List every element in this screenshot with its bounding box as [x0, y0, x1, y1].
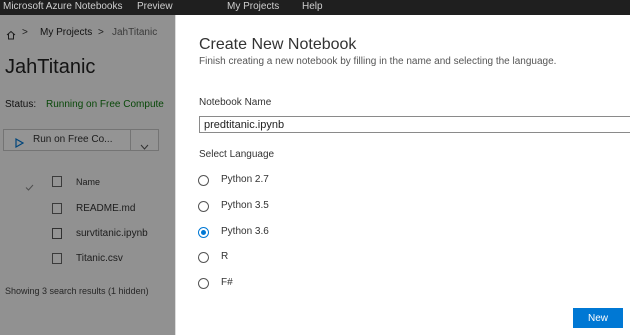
radio-label[interactable]: Python 3.6 [221, 226, 269, 237]
notebook-name-label: Notebook Name [199, 97, 272, 108]
radio-r[interactable] [198, 252, 209, 263]
radio-label[interactable]: Python 2.7 [221, 174, 269, 185]
create-notebook-dialog: Create New Notebook Finish creating a ne… [175, 15, 630, 335]
radio-label[interactable]: Python 3.5 [221, 200, 269, 211]
dialog-title: Create New Notebook [199, 36, 357, 53]
select-language-label: Select Language [199, 149, 275, 160]
nav-help[interactable]: Help [302, 1, 323, 12]
nav-my-projects[interactable]: My Projects [227, 1, 279, 12]
radio-f-sharp[interactable] [198, 278, 209, 289]
new-button[interactable]: New [573, 308, 623, 328]
modal-backdrop[interactable] [0, 15, 175, 335]
app-title[interactable]: Microsoft Azure Notebooks [3, 1, 123, 12]
radio-python-3-5[interactable] [198, 201, 209, 212]
radio-label[interactable]: F# [221, 277, 233, 288]
dialog-subtitle: Finish creating a new notebook by fillin… [199, 56, 557, 67]
radio-label[interactable]: R [221, 251, 228, 262]
top-bar: Microsoft Azure Notebooks Preview My Pro… [0, 0, 630, 15]
preview-label: Preview [137, 1, 173, 12]
notebook-name-input[interactable] [199, 116, 630, 133]
radio-python-2-7[interactable] [198, 175, 209, 186]
radio-python-3-6[interactable] [198, 227, 209, 238]
